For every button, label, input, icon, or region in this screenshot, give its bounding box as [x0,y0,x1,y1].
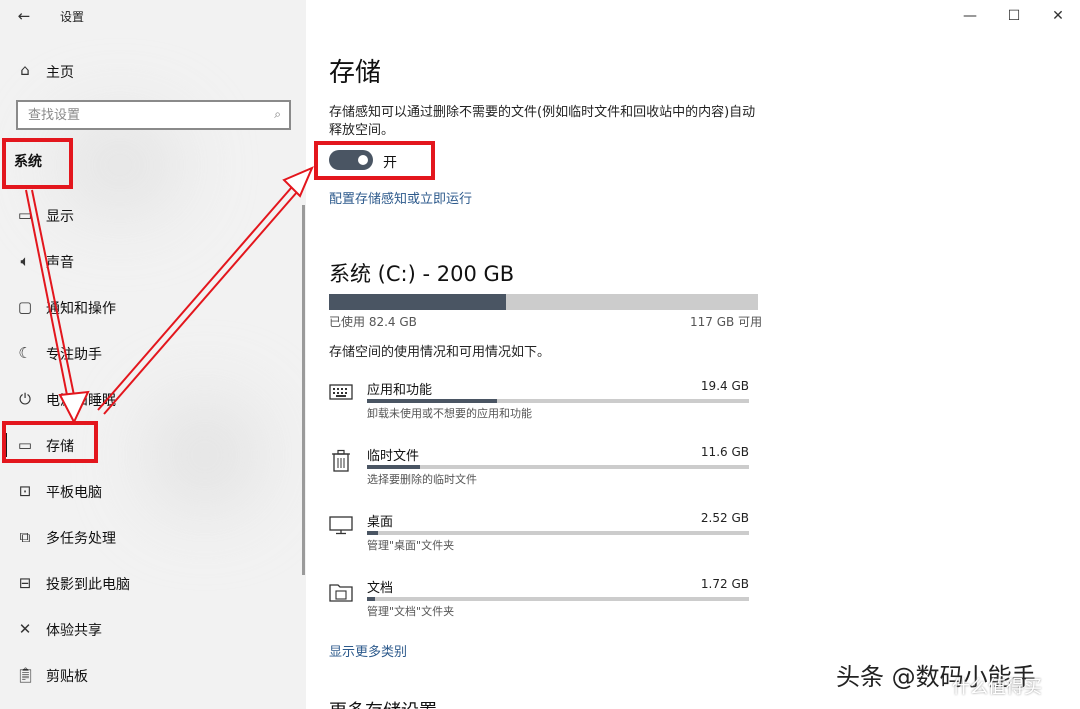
category-apps[interactable]: 应用和功能 19.4 GB 卸载未使用或不想要的应用和功能 [329,379,759,429]
app-title: 设置 [60,10,85,24]
category-name: 应用和功能 [367,383,433,398]
category-bar-fill [367,531,379,535]
sidebar-item-label: 多任务处理 [46,531,116,547]
tablet-icon: ⊡ [18,482,32,500]
category-bar-fill [367,597,375,601]
folder-icon [329,581,353,605]
show-more-categories-link[interactable]: 显示更多类别 [329,641,407,660]
page-title: 存储 [329,58,382,88]
category-bar [367,465,749,469]
sidebar-item-label: 声音 [46,255,74,271]
sidebar-item-tablet[interactable]: ⊡ 平板电脑 [0,473,300,509]
category-bar [367,531,749,535]
sidebar-item-label: 通知和操作 [46,301,116,317]
trash-icon [329,449,353,473]
category-bar-fill [367,399,497,403]
category-bar [367,597,749,601]
main-content: 存储 存储感知可以通过删除不需要的文件(例如临时文件和回收站中的内容)自动释放空… [306,0,1080,709]
desktop-icon [329,515,353,539]
sidebar-item-label: 电源和睡眠 [46,393,116,409]
sidebar-item-projector[interactable]: ⊟ 投影到此电脑 [0,565,300,601]
search-icon[interactable]: ⌕ [274,107,281,122]
moon-icon: ☾ [18,344,32,362]
configure-storage-sense-link[interactable]: 配置存储感知或立即运行 [329,188,472,207]
annotation-box-system [2,138,73,189]
share-icon: ✕ [18,620,32,638]
storage-sense-description: 存储感知可以通过删除不需要的文件(例如临时文件和回收站中的内容)自动释放空间。 [329,105,756,138]
category-desc: 选择要删除的临时文件 [367,473,477,486]
category-desktop[interactable]: 桌面 2.52 GB 管理"桌面"文件夹 [329,511,759,561]
sidebar-item-share[interactable]: ✕ 体验共享 [0,611,300,647]
sidebar-item-clipboard[interactable]: 📋︎ 剪贴板 [0,657,300,693]
drive-usage-fill [329,294,506,310]
notification-icon: ▢ [17,298,33,316]
sidebar-item-power[interactable]: ⏻ 电源和睡眠 [0,381,300,417]
category-desc: 管理"文档"文件夹 [367,605,455,618]
category-size: 11.6 GB [700,445,749,459]
search-input[interactable] [18,102,258,128]
sidebar-item-label: 主页 [46,65,74,81]
sidebar-item-label: 显示 [46,209,74,225]
clipboard-icon: 📋︎ [16,666,36,684]
category-bar [367,399,749,403]
home-icon: ⌂ [20,61,30,79]
sidebar-item-notification[interactable]: ▢ 通知和操作 [0,289,300,325]
sidebar: ← 设置 ⌂ 主页 ⌕ 系统 ▭显示🔈︎声音▢通知和操作☾专注助手⏻电源和睡眠▭… [0,0,306,709]
keyboard-icon [329,383,353,407]
usage-note: 存储空间的使用情况和可用情况如下。 [329,345,551,360]
drive-title: 系统 (C:) - 200 GB [329,262,515,286]
sidebar-item-speaker[interactable]: 🔈︎ 声音 [0,243,300,279]
category-documents[interactable]: 文档 1.72 GB 管理"文档"文件夹 [329,577,759,627]
annotation-box-toggle [314,141,435,180]
more-storage-settings-title: 更多存储设置 [329,697,437,709]
annotation-box-storage [2,421,98,463]
category-name: 桌面 [367,515,394,530]
projector-icon: ⊟ [18,574,32,592]
category-desc: 管理"桌面"文件夹 [367,539,455,552]
category-bar-fill [367,465,421,469]
category-name: 文档 [367,581,394,596]
power-icon: ⏻ [19,390,31,408]
category-size: 19.4 GB [700,379,749,393]
sidebar-scrollbar[interactable] [302,205,305,575]
speaker-icon: 🔈︎ [20,252,30,270]
sidebar-item-label: 专注助手 [46,347,102,363]
category-desc: 卸载未使用或不想要的应用和功能 [367,407,532,420]
sidebar-item-label: 剪贴板 [46,669,88,685]
drive-used-label: 已使用 82.4 GB [329,315,417,329]
search-box[interactable]: ⌕ [16,100,291,130]
category-size: 1.72 GB [700,577,749,591]
sidebar-item-multitask[interactable]: ⧉ 多任务处理 [0,519,300,555]
sidebar-item-monitor[interactable]: ▭ 显示 [0,197,300,233]
watermark-secondary: 什么值得买 [952,677,1042,698]
drive-usage-bar [329,294,758,310]
sidebar-item-label: 投影到此电脑 [46,577,130,593]
sidebar-item-moon[interactable]: ☾ 专注助手 [0,335,300,371]
titlebar-left: ← 设置 [0,0,306,32]
sidebar-item-label: 平板电脑 [46,485,102,501]
back-arrow-icon[interactable]: ← [14,6,34,26]
multitask-icon: ⧉ [19,528,31,546]
monitor-icon: ▭ [17,206,33,224]
sidebar-item-home[interactable]: ⌂ 主页 [0,54,306,86]
category-size: 2.52 GB [700,511,749,525]
category-name: 临时文件 [367,449,420,464]
category-temp-files[interactable]: 临时文件 11.6 GB 选择要删除的临时文件 [329,445,759,495]
drive-free-label: 117 GB 可用 [690,315,763,329]
sidebar-item-label: 体验共享 [46,623,102,639]
